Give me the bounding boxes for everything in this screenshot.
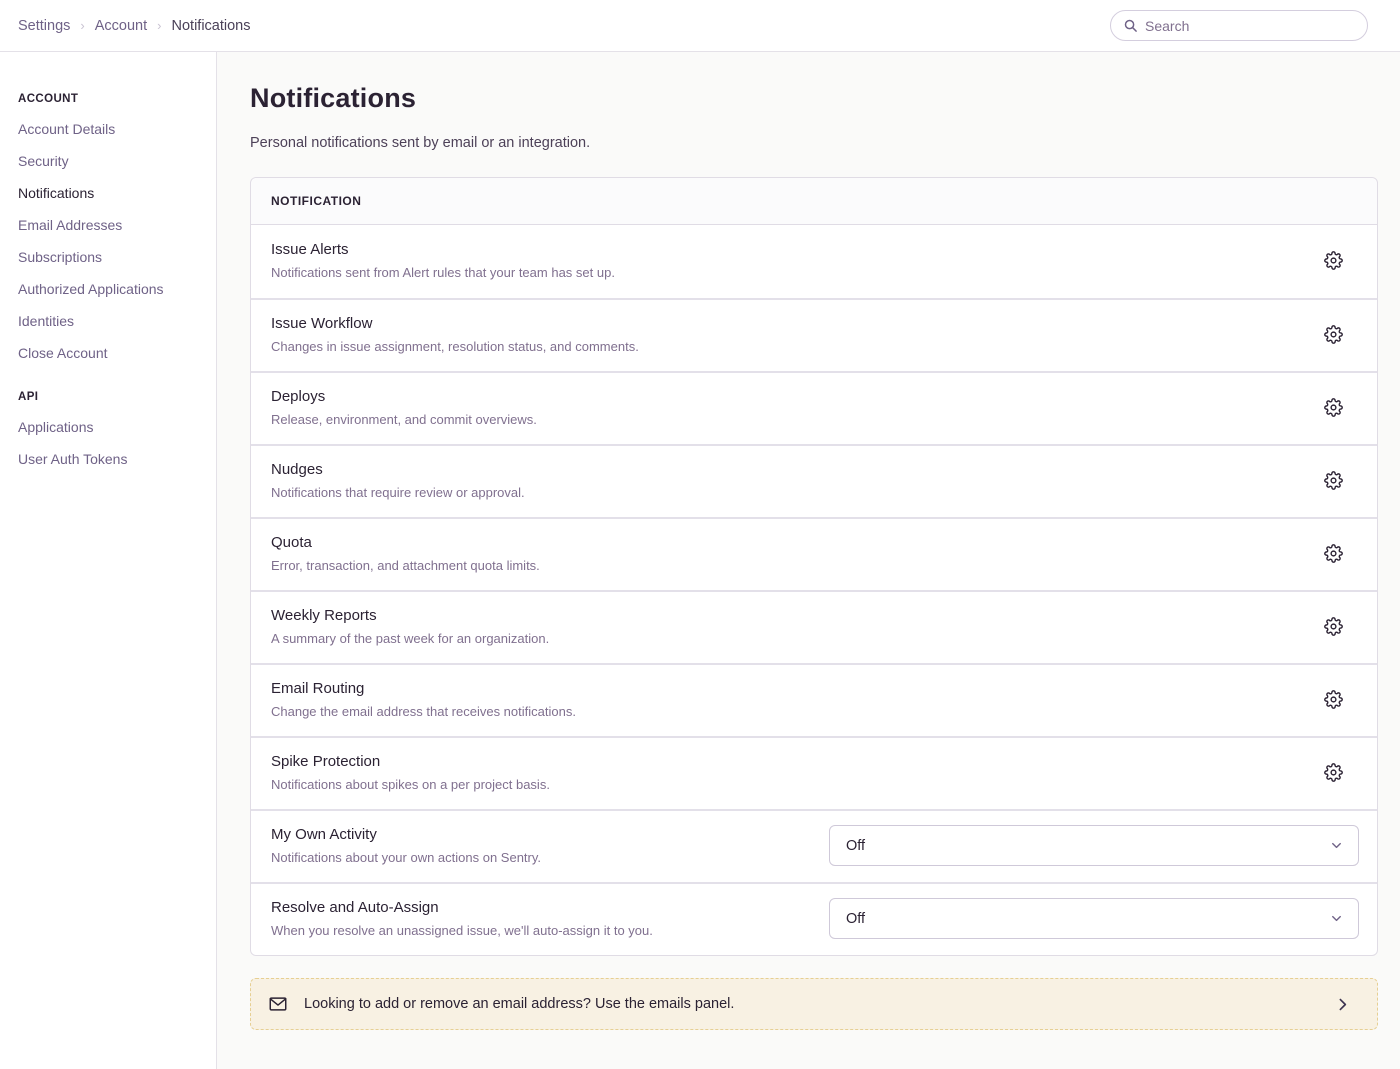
sidebar-item-identities[interactable]: Identities — [18, 314, 204, 328]
gear-icon — [1324, 398, 1343, 417]
row-description: Release, environment, and commit overvie… — [271, 412, 537, 427]
row-description: Notifications sent from Alert rules that… — [271, 265, 615, 280]
gear-icon — [1324, 617, 1343, 636]
sidebar-section-account: ACCOUNT Account Details Security Notific… — [18, 93, 204, 360]
emails-panel-banner[interactable]: Looking to add or remove an email addres… — [250, 978, 1378, 1030]
row-email-routing: Email Routing Change the email address t… — [251, 663, 1377, 736]
weekly-reports-settings-button[interactable] — [1320, 613, 1347, 640]
sidebar-item-close-account[interactable]: Close Account — [18, 346, 204, 360]
row-resolve-auto-assign: Resolve and Auto-Assign When you resolve… — [251, 882, 1377, 955]
row-title: Spike Protection — [271, 753, 550, 770]
gear-icon — [1324, 325, 1343, 344]
row-description: When you resolve an unassigned issue, we… — [271, 923, 653, 938]
select-value: Off — [846, 838, 865, 854]
row-title: Resolve and Auto-Assign — [271, 899, 653, 916]
breadcrumb-settings[interactable]: Settings — [18, 18, 70, 34]
row-title: Deploys — [271, 388, 537, 405]
row-description: Notifications about spikes on a per proj… — [271, 777, 550, 792]
breadcrumb-separator-icon: › — [80, 18, 84, 33]
row-title: Quota — [271, 534, 540, 551]
select-value: Off — [846, 911, 865, 927]
panel-header: NOTIFICATION — [251, 178, 1377, 225]
chevron-down-icon — [1329, 838, 1344, 853]
settings-sidebar: ACCOUNT Account Details Security Notific… — [0, 52, 217, 1069]
row-description: A summary of the past week for an organi… — [271, 631, 549, 646]
notification-settings-panel: NOTIFICATION Issue Alerts Notifications … — [250, 177, 1378, 956]
row-title: Nudges — [271, 461, 525, 478]
breadcrumb: Settings › Account › Notifications — [18, 18, 250, 34]
sidebar-item-authorized-applications[interactable]: Authorized Applications — [18, 282, 204, 296]
search-input[interactable] — [1145, 18, 1355, 34]
sidebar-heading-account: ACCOUNT — [18, 93, 204, 105]
search-icon — [1123, 18, 1138, 33]
breadcrumb-account[interactable]: Account — [95, 18, 147, 34]
row-issue-workflow: Issue Workflow Changes in issue assignme… — [251, 298, 1377, 371]
gear-icon — [1324, 763, 1343, 782]
row-my-own-activity: My Own Activity Notifications about your… — [251, 809, 1377, 882]
row-weekly-reports: Weekly Reports A summary of the past wee… — [251, 590, 1377, 663]
page-title: Notifications — [250, 83, 1378, 114]
row-title: Weekly Reports — [271, 607, 549, 624]
spike-protection-settings-button[interactable] — [1320, 759, 1347, 786]
sidebar-heading-api: API — [18, 391, 204, 403]
issue-alerts-settings-button[interactable] — [1320, 247, 1347, 274]
chevron-down-icon — [1329, 911, 1344, 926]
sidebar-item-email-addresses[interactable]: Email Addresses — [18, 218, 204, 232]
row-description: Change the email address that receives n… — [271, 704, 576, 719]
sidebar-item-applications[interactable]: Applications — [18, 420, 204, 434]
my-own-activity-select[interactable]: Off — [829, 825, 1359, 866]
row-nudges: Nudges Notifications that require review… — [251, 444, 1377, 517]
sidebar-section-api: API Applications User Auth Tokens — [18, 391, 204, 466]
sidebar-item-subscriptions[interactable]: Subscriptions — [18, 250, 204, 264]
row-title: Email Routing — [271, 680, 576, 697]
row-description: Error, transaction, and attachment quota… — [271, 558, 540, 573]
issue-workflow-settings-button[interactable] — [1320, 321, 1347, 348]
row-issue-alerts: Issue Alerts Notifications sent from Ale… — [251, 225, 1377, 298]
deploys-settings-button[interactable] — [1320, 394, 1347, 421]
gear-icon — [1324, 690, 1343, 709]
row-spike-protection: Spike Protection Notifications about spi… — [251, 736, 1377, 809]
nudges-settings-button[interactable] — [1320, 467, 1347, 494]
sidebar-item-user-auth-tokens[interactable]: User Auth Tokens — [18, 452, 204, 466]
row-deploys: Deploys Release, environment, and commit… — [251, 371, 1377, 444]
gear-icon — [1324, 251, 1343, 270]
top-header: Settings › Account › Notifications — [0, 0, 1400, 52]
breadcrumb-notifications: Notifications — [172, 18, 251, 34]
main-content: Notifications Personal notifications sen… — [217, 52, 1400, 1069]
row-title: Issue Workflow — [271, 315, 639, 332]
resolve-auto-assign-select[interactable]: Off — [829, 898, 1359, 939]
row-quota: Quota Error, transaction, and attachment… — [251, 517, 1377, 590]
row-title: Issue Alerts — [271, 241, 615, 258]
banner-text: Looking to add or remove an email addres… — [304, 996, 1334, 1012]
page-subtitle: Personal notifications sent by email or … — [250, 135, 1378, 151]
sidebar-item-notifications[interactable]: Notifications — [18, 186, 204, 200]
chevron-right-icon[interactable] — [1334, 996, 1351, 1013]
sidebar-item-account-details[interactable]: Account Details — [18, 122, 204, 136]
row-description: Notifications that require review or app… — [271, 485, 525, 500]
gear-icon — [1324, 544, 1343, 563]
envelope-icon — [269, 997, 287, 1011]
breadcrumb-separator-icon: › — [157, 18, 161, 33]
row-description: Changes in issue assignment, resolution … — [271, 339, 639, 354]
row-title: My Own Activity — [271, 826, 541, 843]
row-description: Notifications about your own actions on … — [271, 850, 541, 865]
gear-icon — [1324, 471, 1343, 490]
sidebar-item-security[interactable]: Security — [18, 154, 204, 168]
search-box[interactable] — [1110, 10, 1368, 41]
email-routing-settings-button[interactable] — [1320, 686, 1347, 713]
quota-settings-button[interactable] — [1320, 540, 1347, 567]
